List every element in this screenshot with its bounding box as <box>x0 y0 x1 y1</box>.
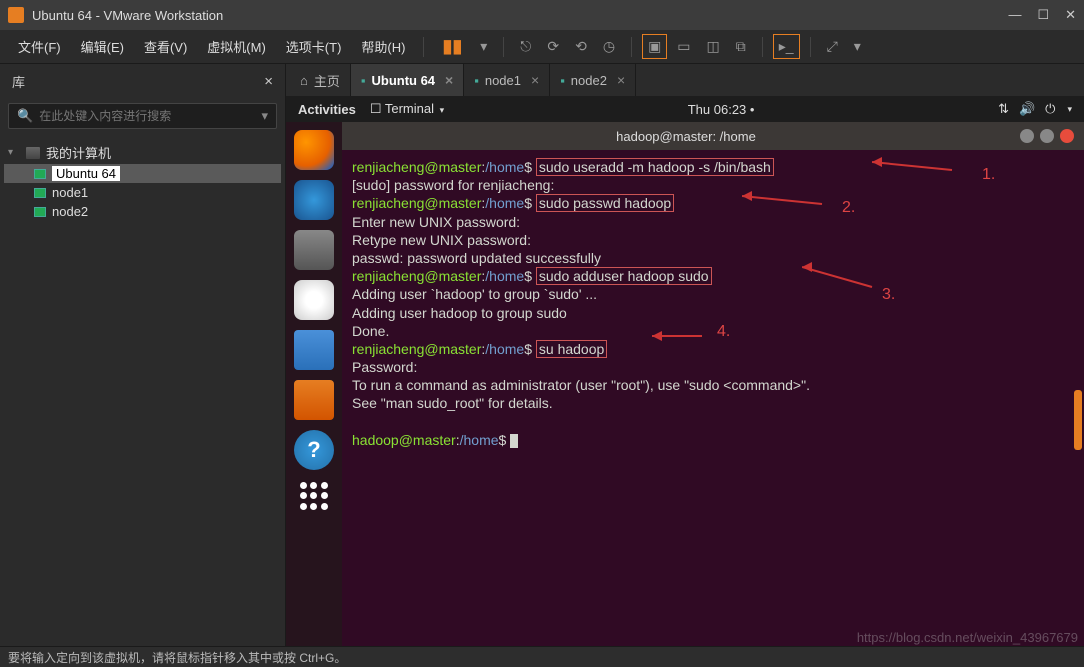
status-text: 要将输入定向到该虚拟机，请将鼠标指针移入其中或按 Ctrl+G。 <box>8 649 346 666</box>
watermark: https://blog.csdn.net/weixin_43967679 <box>857 630 1078 645</box>
annotation-1: 1. <box>982 165 995 186</box>
firefox-icon[interactable] <box>294 130 334 170</box>
content-area: ⌂ 主页 ▪ Ubuntu 64 × ▪ node1 × ▪ node2 × <box>286 64 1084 646</box>
terminal-window: hadoop@master: /home renjiacheng@master:… <box>342 122 1084 646</box>
menu-vm[interactable]: 虚拟机(M) <box>199 33 274 60</box>
home-icon: ⌂ <box>300 73 308 88</box>
sidebar-close-button[interactable]: × <box>264 73 273 90</box>
thunderbird-icon[interactable] <box>294 180 334 220</box>
vm-icon: ▪ <box>361 73 366 88</box>
annotation-4: 4. <box>717 322 730 343</box>
term-close-button[interactable] <box>1060 129 1074 143</box>
tab-bar: ⌂ 主页 ▪ Ubuntu 64 × ▪ node1 × ▪ node2 × <box>286 64 1084 96</box>
term-minimize-button[interactable] <box>1020 129 1034 143</box>
vm-tree: ▾ 我的计算机 Ubuntu 64 node1 node2 <box>0 133 285 229</box>
terminal-body[interactable]: renjiacheng@master:/home$ sudo useradd -… <box>342 150 1084 646</box>
close-button[interactable]: ✕ <box>1065 7 1076 23</box>
computer-icon <box>26 147 40 159</box>
library-sidebar: 库 × 🔍 ▾ ▾ 我的计算机 Ubuntu 64 node1 <box>0 64 286 646</box>
multimon-icon[interactable]: ◫ <box>701 34 726 59</box>
rhythmbox-icon[interactable] <box>294 280 334 320</box>
tree-vm-node2[interactable]: node2 <box>4 202 281 221</box>
terminal-titlebar[interactable]: hadoop@master: /home <box>342 122 1084 150</box>
dropdown-icon[interactable]: ▾ <box>474 34 493 59</box>
writer-icon[interactable] <box>294 330 334 370</box>
vm-display[interactable]: Activities ☐ Terminal ▾ Thu 06:23 • ⇅ 🔊 … <box>286 96 1084 646</box>
files-icon[interactable] <box>294 230 334 270</box>
window-title: Ubuntu 64 - VMware Workstation <box>32 8 1008 23</box>
tree-root[interactable]: ▾ 我的计算机 <box>4 141 281 164</box>
vm-icon <box>34 207 46 217</box>
statusbar: 要将输入定向到该虚拟机，请将鼠标指针移入其中或按 Ctrl+G。 <box>0 646 1084 667</box>
vm-icon: ▪ <box>560 73 565 88</box>
vm-icon: ▪ <box>474 73 479 88</box>
tab-node1[interactable]: ▪ node1 × <box>464 64 550 96</box>
tab-home[interactable]: ⌂ 主页 <box>290 64 351 96</box>
annotation-2: 2. <box>842 198 855 219</box>
window-titlebar: Ubuntu 64 - VMware Workstation — ☐ ✕ <box>0 0 1084 30</box>
show-apps-icon[interactable] <box>298 480 330 512</box>
power-icon[interactable]: ⏻ <box>1045 101 1055 117</box>
scrollbar-thumb[interactable] <box>1074 390 1082 450</box>
unity-icon[interactable]: ▣ <box>642 34 667 59</box>
help-icon[interactable]: ? <box>294 430 334 470</box>
stretch-icon[interactable]: ⧉ <box>730 34 752 59</box>
tab-node2[interactable]: ▪ node2 × <box>550 64 636 96</box>
clock[interactable]: Thu 06:23 <box>688 102 747 117</box>
search-input[interactable] <box>39 109 261 123</box>
tree-vm-node1[interactable]: node1 <box>4 183 281 202</box>
maximize-button[interactable]: ☐ <box>1037 7 1049 23</box>
tab-ubuntu64[interactable]: ▪ Ubuntu 64 × <box>351 64 464 96</box>
menubar: 文件(F) 编辑(E) 查看(V) 虚拟机(M) 选项卡(T) 帮助(H) ▮▮… <box>0 30 1084 64</box>
toolbar-icon-2[interactable]: ⟳ <box>541 34 565 59</box>
system-menu-icon[interactable]: ▾ <box>1067 104 1072 115</box>
collapse-icon[interactable]: ▾ <box>8 147 20 158</box>
tab-close-button[interactable]: × <box>445 72 453 88</box>
toolbar-icon-3[interactable]: ⟲ <box>569 34 593 59</box>
pause-button[interactable]: ▮▮ <box>434 36 470 57</box>
menu-edit[interactable]: 编辑(E) <box>73 33 132 60</box>
software-icon[interactable] <box>294 380 334 420</box>
fullscreen-icon[interactable]: ▭ <box>671 34 696 59</box>
menu-view[interactable]: 查看(V) <box>136 33 195 60</box>
current-app[interactable]: ☐ Terminal ▾ <box>370 101 444 117</box>
vm-icon <box>34 188 46 198</box>
vm-icon <box>34 169 46 179</box>
search-icon: 🔍 <box>17 108 33 124</box>
console-icon[interactable]: ▸_ <box>773 34 800 59</box>
tab-close-button[interactable]: × <box>617 72 625 88</box>
menu-file[interactable]: 文件(F) <box>10 33 69 60</box>
tree-vm-ubuntu64[interactable]: Ubuntu 64 <box>4 164 281 183</box>
tab-close-button[interactable]: × <box>531 72 539 88</box>
expand-icon[interactable]: ⤢ <box>821 34 844 59</box>
menu-help[interactable]: 帮助(H) <box>353 33 413 60</box>
gnome-topbar: Activities ☐ Terminal ▾ Thu 06:23 • ⇅ 🔊 … <box>286 96 1084 122</box>
terminal-title: hadoop@master: /home <box>352 129 1020 144</box>
ubuntu-dock: ? <box>286 122 342 646</box>
minimize-button[interactable]: — <box>1008 7 1021 23</box>
dropdown-icon-2[interactable]: ▾ <box>848 34 867 59</box>
term-maximize-button[interactable] <box>1040 129 1054 143</box>
menu-tabs[interactable]: 选项卡(T) <box>278 33 350 60</box>
volume-icon[interactable]: 🔊 <box>1019 101 1035 117</box>
app-icon <box>8 7 24 23</box>
toolbar-icon-4[interactable]: ◷ <box>597 34 621 59</box>
search-box[interactable]: 🔍 ▾ <box>8 103 277 129</box>
annotation-3: 3. <box>882 285 895 306</box>
sidebar-title: 库 <box>12 72 25 91</box>
toolbar-icon-1[interactable]: ⎋ <box>514 34 537 59</box>
activities-button[interactable]: Activities <box>298 102 356 117</box>
search-dropdown-icon[interactable]: ▾ <box>261 108 268 124</box>
network-icon[interactable]: ⇅ <box>998 101 1009 117</box>
